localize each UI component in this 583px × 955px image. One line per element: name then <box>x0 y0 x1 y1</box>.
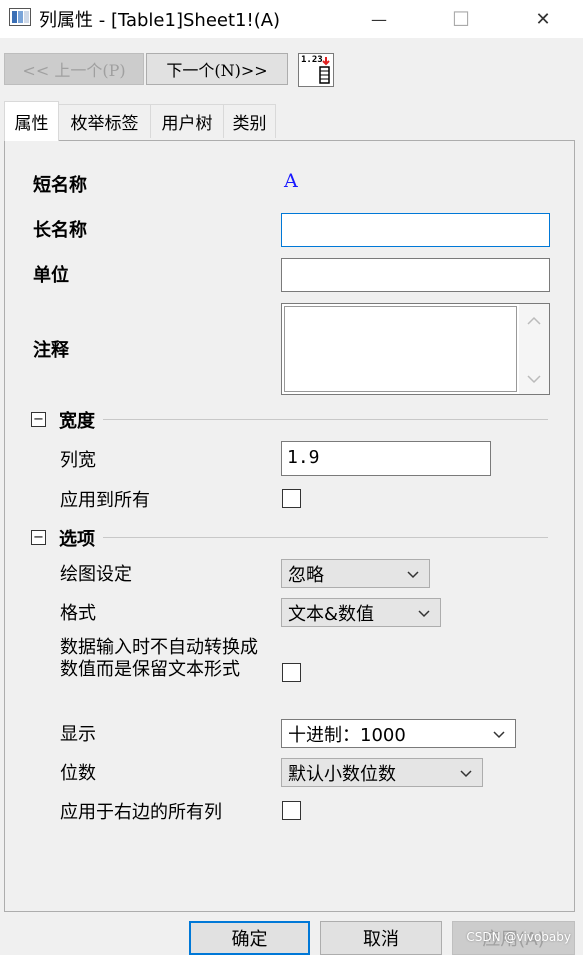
format-select[interactable]: 文本&数值 <box>281 598 441 627</box>
apply-right-checkbox[interactable] <box>282 801 301 820</box>
close-button[interactable]: ✕ <box>520 0 566 38</box>
next-button[interactable]: 下一个(N)>> <box>146 53 288 85</box>
width-section-title: 宽度 <box>59 411 95 432</box>
maximize-icon: ☐ <box>452 7 470 31</box>
ok-button[interactable]: 确定 <box>189 921 310 955</box>
options-collapse-icon[interactable]: − <box>31 530 46 545</box>
column-width-label: 列宽 <box>60 450 96 471</box>
display-value: 十进制：1000 <box>288 724 406 746</box>
apply-all-label: 应用到所有 <box>60 490 150 511</box>
plot-designation-label: 绘图设定 <box>60 564 132 585</box>
options-section-divider <box>103 537 548 538</box>
tab-user-tree[interactable]: 用户树 <box>150 104 224 138</box>
watermark: CSDN @vivobaby <box>466 930 571 944</box>
window-title: 列属性 - [Table1]Sheet1!(A) <box>39 10 281 31</box>
short-name-value: A <box>284 170 298 192</box>
format-label: 格式 <box>60 603 96 624</box>
digits-value: 默认小数位数 <box>288 763 396 785</box>
column-values-icon[interactable]: 1.23 <box>298 53 334 87</box>
apply-all-checkbox[interactable] <box>282 489 301 508</box>
tab-properties[interactable]: 属性 <box>4 101 59 141</box>
plot-designation-select[interactable]: 忽略 <box>281 559 430 588</box>
minimize-button[interactable]: — <box>356 0 402 38</box>
display-label: 显示 <box>60 724 96 745</box>
width-section-divider <box>103 419 548 420</box>
chevron-down-icon <box>407 571 419 579</box>
long-name-input[interactable] <box>281 213 550 247</box>
chevron-down-icon <box>493 731 505 739</box>
units-input[interactable] <box>281 258 550 292</box>
cancel-button[interactable]: 取消 <box>320 921 442 955</box>
format-value: 文本&数值 <box>288 603 375 625</box>
comments-scrollbar[interactable] <box>519 304 549 394</box>
column-width-input[interactable]: 1.9 <box>281 441 491 476</box>
maximize-button[interactable]: ☐ <box>438 0 484 38</box>
chevron-down-icon <box>418 610 430 618</box>
chevron-down-icon <box>460 770 472 778</box>
display-select[interactable]: 十进制：1000 <box>281 719 516 748</box>
keep-text-checkbox[interactable] <box>282 663 301 682</box>
apply-right-label: 应用于右边的所有列 <box>60 802 222 823</box>
options-section-title: 选项 <box>59 529 95 550</box>
comments-textarea[interactable] <box>281 303 550 395</box>
digits-label: 位数 <box>60 763 96 784</box>
close-icon: ✕ <box>535 8 551 30</box>
units-label: 单位 <box>33 265 69 286</box>
minimize-icon: — <box>371 9 387 29</box>
prev-button[interactable]: << 上一个(P) <box>4 53 144 85</box>
tab-enum-labels[interactable]: 枚举标签 <box>58 104 151 138</box>
comments-label: 注释 <box>33 340 69 361</box>
digits-select[interactable]: 默认小数位数 <box>281 758 483 787</box>
long-name-label: 长名称 <box>33 220 87 241</box>
width-collapse-icon[interactable]: − <box>31 412 46 427</box>
plot-designation-value: 忽略 <box>288 564 324 586</box>
comments-text-area-inner <box>284 306 517 392</box>
app-icon <box>9 8 31 26</box>
tab-categories[interactable]: 类别 <box>223 104 276 138</box>
short-name-label: 短名称 <box>33 175 87 196</box>
keep-text-label: 数据输入时不自动转换成数值而是保留文本形式 <box>60 637 258 680</box>
